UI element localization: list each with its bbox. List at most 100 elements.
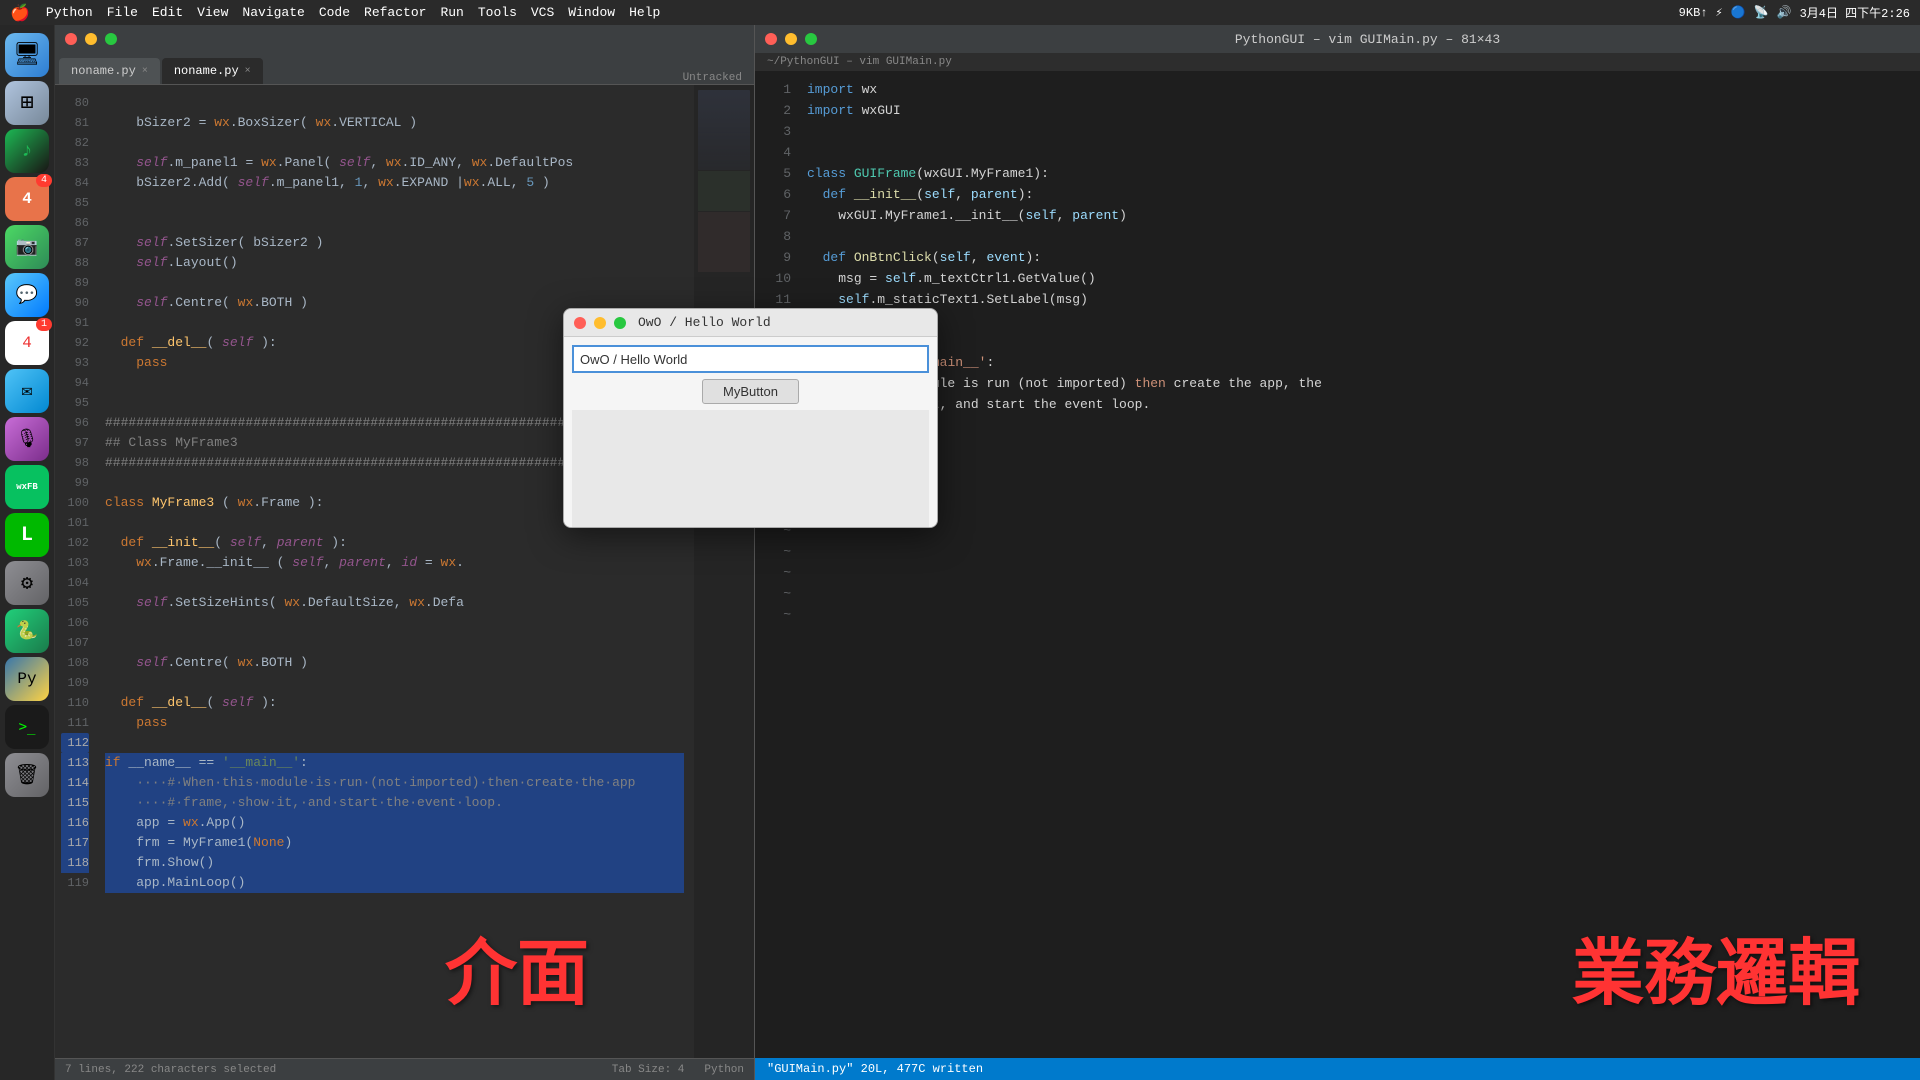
minimap: [694, 85, 754, 1058]
wx-button[interactable]: MyButton: [702, 379, 799, 404]
left-statusbar: 7 lines, 222 characters selected Tab Siz…: [55, 1058, 754, 1080]
dock-wxfb[interactable]: wxFB: [5, 465, 49, 509]
vim-path: ~/PythonGUI – vim GUIMain.py: [767, 56, 952, 68]
music-icon: ♪: [21, 140, 33, 163]
dock-messages[interactable]: 💬: [5, 273, 49, 317]
dock-launchpad[interactable]: ⊞: [5, 81, 49, 125]
dock-calendar[interactable]: 4 1: [5, 321, 49, 365]
dock: 🖥 ⊞ ♪ 4 4 📷 💬 4 1 ✉ 🎙 wxFB L ⚙ 🐍 Py >_: [0, 25, 55, 1080]
vim-window-title: PythonGUI – vim GUIMain.py – 81×43: [825, 32, 1910, 47]
finder-icon: 🖥: [13, 42, 41, 68]
menu-view[interactable]: View: [197, 5, 228, 20]
tab-noname-2[interactable]: noname.py ×: [162, 58, 263, 84]
dock-line[interactable]: L: [5, 513, 49, 557]
pycharm-icon: 🐍: [16, 620, 38, 642]
badge-count: 4: [36, 174, 52, 187]
menu-file[interactable]: File: [107, 5, 138, 20]
dock-finder[interactable]: 🖥: [5, 33, 49, 77]
menu-edit[interactable]: Edit: [152, 5, 183, 20]
dock-terminal[interactable]: >_: [5, 705, 49, 749]
dock-mail[interactable]: ✉: [5, 369, 49, 413]
menu-tools[interactable]: Tools: [478, 5, 517, 20]
python-icon: Py: [17, 670, 36, 688]
dock-settings[interactable]: ⚙: [5, 561, 49, 605]
untracked-label: Untracked: [683, 72, 742, 84]
facetime-icon: 📷: [16, 236, 38, 258]
menu-refactor[interactable]: Refactor: [364, 5, 426, 20]
launchpad-icon: ⊞: [20, 90, 33, 116]
wx-window-titlebar: OwO / Hello World: [564, 309, 937, 337]
right-titlebar: PythonGUI – vim GUIMain.py – 81×43: [755, 25, 1920, 53]
tab-label-1: noname.py: [71, 64, 136, 78]
volume-icon: 🔊: [1777, 5, 1792, 20]
network-icon: 9KB↑: [1679, 6, 1708, 20]
terminal-icon: >_: [19, 719, 36, 735]
clock: 3月4日 四下午2:26: [1800, 4, 1910, 21]
menubar-right: 9KB↑ ⚡ 🔵 📡 🔊 3月4日 四下午2:26: [1679, 4, 1910, 21]
calendar-icon: 4: [22, 334, 32, 352]
tab-close-1[interactable]: ×: [142, 66, 148, 77]
code-area: 8081828384 8586878889 9091929394 9596979…: [55, 85, 754, 1058]
menu-python[interactable]: Python: [46, 5, 93, 20]
dock-badge4[interactable]: 4 4: [5, 177, 49, 221]
tab-noname-1[interactable]: noname.py ×: [59, 58, 160, 84]
wifi-icon: 📡: [1754, 5, 1769, 20]
dock-pycharm[interactable]: 🐍: [5, 609, 49, 653]
bluetooth-icon: 🔵: [1731, 5, 1746, 20]
left-editor: noname.py × noname.py × Untracked 808182…: [55, 25, 755, 1080]
left-titlebar: [55, 25, 754, 53]
wx-textctrl[interactable]: [572, 345, 929, 373]
maximize-button[interactable]: [105, 33, 117, 45]
vim-editor-body: 12345 678910 1112131415 1617181920 ~~~~~…: [755, 71, 1920, 1058]
vim-code-content[interactable]: import wx import wxGUI class GUIFrame(wx…: [795, 71, 1920, 1058]
line-icon: L: [21, 524, 33, 547]
apple-menu[interactable]: 🍎: [10, 3, 30, 23]
overlay-chinese-right: 業務邏輯: [1572, 914, 1860, 1020]
dock-python[interactable]: Py: [5, 657, 49, 701]
settings-icon: ⚙: [21, 570, 33, 596]
code-content[interactable]: bSizer2 = wx.BoxSizer( wx.VERTICAL ) sel…: [95, 85, 694, 1058]
vim-statusbar: "GUIMain.py" 20L, 477C written: [755, 1058, 1920, 1080]
editor-tabs: noname.py × noname.py × Untracked: [55, 53, 754, 85]
close-button[interactable]: [65, 33, 77, 45]
minimize-button[interactable]: [85, 33, 97, 45]
mail-badge: 1: [36, 318, 52, 331]
wx-close-button[interactable]: [574, 317, 586, 329]
battery-icon: ⚡: [1715, 5, 1722, 20]
dock-podcast[interactable]: 🎙: [5, 417, 49, 461]
overlay-chinese-left: 介面: [445, 914, 589, 1020]
language-mode: Python: [704, 1064, 744, 1076]
wx-body: MyButton: [564, 337, 937, 528]
menubar: 🍎 Python File Edit View Navigate Code Re…: [0, 0, 1920, 25]
menu-navigate[interactable]: Navigate: [242, 5, 304, 20]
trash-icon: 🗑: [14, 762, 39, 788]
vim-status-text: "GUIMain.py" 20L, 477C written: [767, 1062, 983, 1076]
vim-close-button[interactable]: [765, 33, 777, 45]
wx-panel: [572, 410, 929, 528]
menu-code[interactable]: Code: [319, 5, 350, 20]
menu-vcs[interactable]: VCS: [531, 5, 554, 20]
vim-line-numbers: 12345 678910 1112131415 1617181920 ~~~~~…: [755, 71, 795, 1058]
dock-music[interactable]: ♪: [5, 129, 49, 173]
dock-trash[interactable]: 🗑: [5, 753, 49, 797]
wx-window: OwO / Hello World MyButton: [563, 308, 938, 528]
vim-minimize-button[interactable]: [785, 33, 797, 45]
badge4-icon: 4: [22, 190, 32, 208]
dock-facetime[interactable]: 📷: [5, 225, 49, 269]
tab-label-2: noname.py: [174, 64, 239, 78]
wx-window-title: OwO / Hello World: [638, 315, 771, 330]
mail-icon: ✉: [22, 380, 33, 402]
vim-maximize-button[interactable]: [805, 33, 817, 45]
menu-help[interactable]: Help: [629, 5, 660, 20]
wx-minimize-button[interactable]: [594, 317, 606, 329]
menu-window[interactable]: Window: [568, 5, 615, 20]
tab-size: Tab Size: 4: [612, 1064, 685, 1076]
vim-subtitle-bar: ~/PythonGUI – vim GUIMain.py: [755, 53, 1920, 71]
tab-close-2[interactable]: ×: [245, 66, 251, 77]
selection-info: 7 lines, 222 characters selected: [65, 1064, 276, 1076]
messages-icon: 💬: [16, 284, 38, 306]
menu-run[interactable]: Run: [440, 5, 463, 20]
line-numbers: 8081828384 8586878889 9091929394 9596979…: [55, 85, 95, 1058]
wxfb-icon: wxFB: [16, 482, 38, 492]
wx-maximize-button[interactable]: [614, 317, 626, 329]
